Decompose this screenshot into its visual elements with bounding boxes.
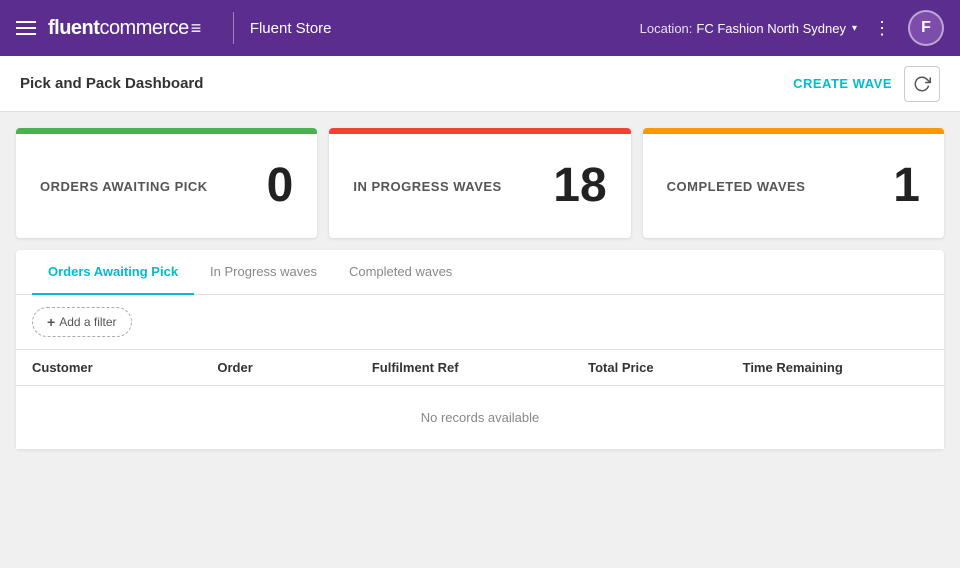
card-label-in-progress: IN PROGRESS WAVES [353,179,537,194]
stat-card-in-progress: IN PROGRESS WAVES 18 [329,128,630,238]
location-label: Location: [640,21,693,36]
logo-product: commerce [99,17,188,39]
card-value-in-progress: 18 [553,162,606,210]
tabs-bar: Orders Awaiting Pick In Progress waves C… [16,250,944,295]
tab-in-progress-waves[interactable]: In Progress waves [194,250,333,295]
page-toolbar: Pick and Pack Dashboard CREATE WAVE [0,56,960,112]
page-title: Pick and Pack Dashboard [20,75,203,92]
table-header: Customer Order Fulfilment Ref Total Pric… [16,350,944,386]
stat-card-orders-awaiting: ORDERS AWAITING PICK 0 [16,128,317,238]
stat-cards-grid: ORDERS AWAITING PICK 0 IN PROGRESS WAVES… [16,128,944,238]
stat-card-completed: COMPLETED WAVES 1 [643,128,944,238]
toolbar-actions: CREATE WAVE [793,66,940,102]
logo-brand: fluent [48,17,99,39]
avatar[interactable]: F [908,10,944,46]
location-selector[interactable]: Location: FC Fashion North Sydney ▾ [640,21,857,36]
card-value-completed: 1 [893,162,920,210]
logo-text: fluentcommerce≡ [48,17,201,40]
more-options-icon[interactable]: ⋮ [873,18,892,39]
header-right: Location: FC Fashion North Sydney ▾ ⋮ F [640,10,944,46]
table-empty-message: No records available [16,386,944,449]
col-total-price: Total Price [588,360,742,375]
header-divider [233,12,234,44]
refresh-icon [913,75,931,93]
col-customer: Customer [32,360,217,375]
card-label-orders-awaiting: ORDERS AWAITING PICK [40,179,251,194]
col-fulfilment-ref: Fulfilment Ref [372,360,588,375]
store-name: Fluent Store [250,20,332,37]
add-filter-plus-icon: + [47,314,55,330]
card-content: IN PROGRESS WAVES 18 [329,134,630,218]
menu-icon[interactable] [16,21,36,35]
col-time-remaining: Time Remaining [743,360,928,375]
card-content: ORDERS AWAITING PICK 0 [16,134,317,218]
tab-completed-waves[interactable]: Completed waves [333,250,468,295]
logo-symbol: ≡ [191,18,201,38]
card-value-orders-awaiting: 0 [267,162,294,210]
card-label-completed: COMPLETED WAVES [667,179,878,194]
chevron-down-icon: ▾ [852,23,857,34]
add-filter-label: Add a filter [59,315,116,329]
tab-orders-awaiting-pick[interactable]: Orders Awaiting Pick [32,250,194,295]
app-logo: fluentcommerce≡ [48,17,201,40]
tabs-section: Orders Awaiting Pick In Progress waves C… [16,250,944,449]
location-value: FC Fashion North Sydney [696,21,846,36]
col-order: Order [217,360,371,375]
create-wave-button[interactable]: CREATE WAVE [793,76,892,91]
add-filter-button[interactable]: + Add a filter [32,307,132,337]
refresh-button[interactable] [904,66,940,102]
filter-bar: + Add a filter [16,295,944,350]
app-header: fluentcommerce≡ Fluent Store Location: F… [0,0,960,56]
main-content: ORDERS AWAITING PICK 0 IN PROGRESS WAVES… [0,112,960,465]
card-content: COMPLETED WAVES 1 [643,134,944,218]
